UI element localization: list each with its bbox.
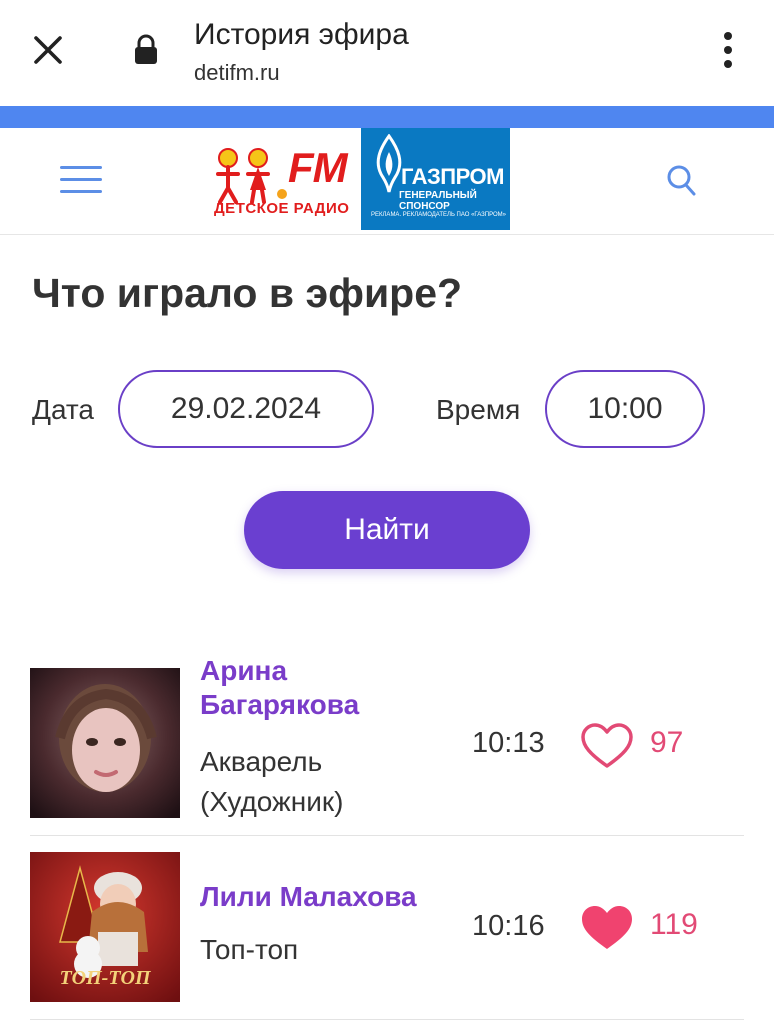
page-title: Что играло в эфире? xyxy=(32,270,463,316)
search-icon[interactable] xyxy=(664,162,698,198)
album-title-art: ТОП-ТОП xyxy=(59,967,152,989)
kids-figures-icon xyxy=(216,148,287,204)
page-load-bar xyxy=(0,106,774,128)
heart-outline-icon[interactable] xyxy=(580,722,634,770)
track-cover xyxy=(30,668,180,818)
date-label: Дата xyxy=(32,394,95,425)
track-title: Акварель (Художник) xyxy=(200,746,344,817)
album-art: ТОП-ТОП xyxy=(30,852,180,1002)
divider xyxy=(30,1019,744,1020)
logo-fm: FM xyxy=(288,144,348,191)
browser-url[interactable]: detifm.ru xyxy=(194,60,280,86)
date-field[interactable]: 29.02.2024 xyxy=(118,370,374,448)
menu-icon[interactable] xyxy=(60,166,102,196)
site-logo[interactable]: FM ДЕТСКОЕ РАДИО xyxy=(210,138,355,222)
sponsor-name: ГАЗПРОМ xyxy=(401,164,504,189)
time-label: Время xyxy=(436,394,521,425)
like-count: 97 xyxy=(650,726,684,759)
track-title: Топ-топ xyxy=(200,934,299,965)
like-count: 119 xyxy=(650,908,698,941)
artist-photo xyxy=(30,668,180,818)
sponsor-subtitle: ГЕНЕРАЛЬНЫЙ СПОНСОР xyxy=(399,190,477,212)
track-cover: ТОП-ТОП xyxy=(30,852,180,1002)
track-row[interactable]: ТОП-ТОП Лили Малахова Топ-топ 10:16 119 xyxy=(30,836,744,1016)
track-row[interactable]: Арина Багарякова Акварель (Художник) 10:… xyxy=(30,652,744,832)
track-time: 10:16 xyxy=(472,910,545,942)
sponsor-disclaimer: РЕКЛАМА. РЕКЛАМОДАТЕЛЬ ПАО «ГАЗПРОМ» xyxy=(371,212,506,218)
time-field[interactable]: 10:00 xyxy=(545,370,705,448)
site-header: FM ДЕТСКОЕ РАДИО ГАЗПРОМ ГЕНЕРАЛЬНЫЙ СПО… xyxy=(0,128,774,235)
close-icon[interactable] xyxy=(30,32,66,68)
track-artist[interactable]: Лили Малахова xyxy=(200,880,417,914)
page: История эфира detifm.ru FM ДЕТСКОЕ РАДИО xyxy=(0,0,774,1024)
heart-filled-icon[interactable] xyxy=(580,904,634,952)
sponsor-banner[interactable]: ГАЗПРОМ ГЕНЕРАЛЬНЫЙ СПОНСОР РЕКЛАМА. РЕК… xyxy=(361,128,510,230)
lock-icon xyxy=(135,34,157,64)
track-time: 10:13 xyxy=(472,727,545,759)
logo-caption: ДЕТСКОЕ РАДИО xyxy=(214,200,350,217)
more-options-icon[interactable] xyxy=(716,28,740,72)
find-button[interactable]: Найти xyxy=(244,491,530,569)
browser-toolbar: История эфира detifm.ru xyxy=(0,0,774,106)
track-artist[interactable]: Арина Багарякова xyxy=(200,654,359,722)
browser-page-title: История эфира xyxy=(194,18,409,51)
